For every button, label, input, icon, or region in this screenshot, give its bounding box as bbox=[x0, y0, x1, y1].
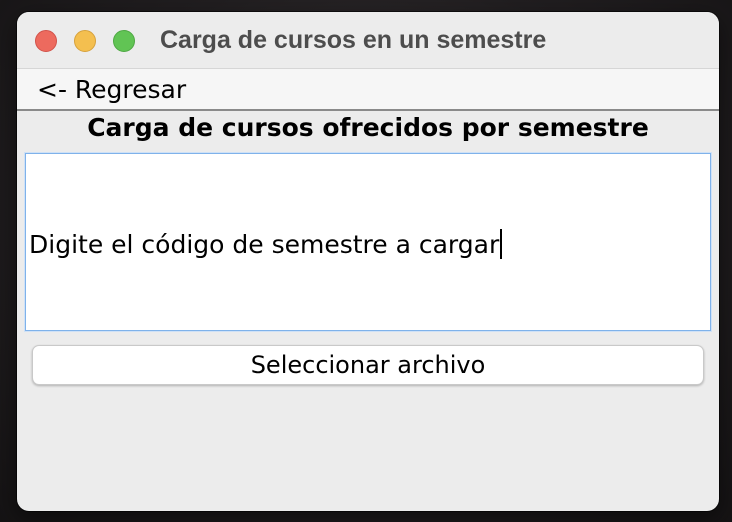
zoom-window-button[interactable] bbox=[113, 30, 135, 52]
menu-bar: <- Regresar bbox=[17, 69, 719, 111]
semester-code-value: Digite el código de semestre a cargar bbox=[29, 230, 500, 259]
select-file-button[interactable]: Seleccionar archivo bbox=[32, 345, 704, 385]
text-caret bbox=[500, 229, 503, 259]
app-window: Carga de cursos en un semestre <- Regres… bbox=[17, 12, 719, 511]
back-menu-item[interactable]: <- Regresar bbox=[37, 75, 186, 104]
semester-code-text: Digite el código de semestre a cargar bbox=[29, 229, 503, 259]
minimize-window-button[interactable] bbox=[74, 30, 96, 52]
window-title: Carga de cursos en un semestre bbox=[160, 26, 547, 54]
close-window-button[interactable] bbox=[35, 30, 57, 52]
semester-code-field[interactable]: Digite el código de semestre a cargar bbox=[25, 153, 711, 331]
title-bar[interactable]: Carga de cursos en un semestre bbox=[17, 12, 719, 69]
page-heading: Carga de cursos ofrecidos por semestre bbox=[87, 113, 649, 142]
